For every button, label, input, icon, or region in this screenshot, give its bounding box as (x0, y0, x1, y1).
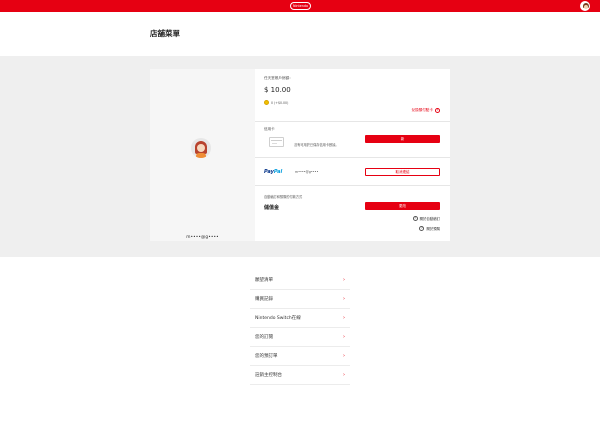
avatar-body (196, 153, 206, 158)
redeem-card-label[interactable]: 兌換預付點卡 (411, 108, 433, 113)
divider (255, 157, 450, 158)
funds-value: $ 10.00 (264, 86, 291, 94)
menu-item-label: 願望清單 (255, 278, 273, 283)
add-credit-card-button[interactable]: 新 (365, 135, 440, 143)
page-title: 店舖菜單 (150, 29, 180, 38)
question-circle-icon[interactable]: ? (412, 216, 418, 221)
redeem-card-link[interactable]: 兌換預付點卡 ? (411, 108, 440, 113)
funds-label: 任天堂帳戶餘額： (264, 76, 293, 80)
auto-renew-help-label[interactable]: 關於自動續訂 (420, 216, 440, 221)
coin-icon (264, 100, 269, 105)
payment-panel: 任天堂帳戶餘額： $ 10.00 0 (+$0.00) 兌換預付點卡 ? 信用卡… (255, 69, 450, 241)
top-user-menu[interactable] (580, 1, 590, 11)
preorder-help-label[interactable]: 關於預購 (426, 226, 440, 231)
chevron-right-icon: › (343, 296, 345, 302)
no-card-text: 沒有可用於已保存信用卡數據。 (294, 143, 339, 147)
nintendo-logo[interactable]: Nintendo (290, 2, 311, 10)
menu-item-switch-online[interactable]: Nintendo Switch在線 › (250, 309, 350, 328)
top-bar: Nintendo (0, 0, 600, 12)
credit-card-label: 信用卡 (264, 127, 275, 131)
chevron-right-icon: › (343, 315, 345, 321)
divider (255, 185, 450, 186)
divider (255, 121, 450, 122)
chevron-right-icon: › (343, 372, 345, 378)
profile-panel: m••••@g•••• (150, 69, 255, 241)
account-card: m••••@g•••• 任天堂帳戶餘額： $ 10.00 0 (+$0.00) … (150, 69, 450, 241)
menu-item-wishlist[interactable]: 願望清單 › (250, 271, 350, 290)
auto-renew-method: 儲值金 (264, 205, 280, 211)
unlink-paypal-button[interactable]: 取消連結 (365, 168, 440, 176)
chevron-right-icon: › (343, 334, 345, 340)
menu-item-label: 您的訂閱 (255, 335, 273, 340)
menu-item-purchase-history[interactable]: 購買記錄 › (250, 290, 350, 309)
menu-item-label: 購買記錄 (255, 297, 273, 302)
paypal-logo-pal: Pal (273, 169, 283, 175)
avatar (191, 138, 211, 158)
menu-item-preorders[interactable]: 您的預訂單 › (250, 347, 350, 366)
auto-renew-help-link[interactable]: ? 關於自動續訂 (412, 216, 440, 221)
shop-menu: 願望清單 › 購買記錄 › Nintendo Switch在線 › 您的訂閱 ›… (250, 271, 350, 385)
change-payment-button[interactable]: 更改 (365, 202, 440, 210)
credit-card-icon (269, 137, 284, 147)
menu-item-label: 您的預訂單 (255, 354, 278, 359)
paypal-logo-pay: Pay (264, 169, 274, 175)
menu-item-deregister-console[interactable]: 註銷主控制台 › (250, 366, 350, 385)
auto-renew-label: 自動續訂和預購的付款方式 (264, 195, 303, 199)
user-avatar-icon[interactable] (580, 1, 590, 11)
menu-item-label: Nintendo Switch在線 (255, 316, 301, 321)
menu-item-subscriptions[interactable]: 您的訂閱 › (250, 328, 350, 347)
chevron-right-icon: › (343, 277, 345, 283)
user-email: m••••@g•••• (186, 235, 219, 240)
menu-item-label: 註銷主控制台 (255, 373, 282, 378)
avatar-face (197, 144, 205, 152)
preorder-help-link[interactable]: ? 關於預購 (419, 226, 440, 231)
chevron-right-icon: › (343, 353, 345, 359)
title-area: 店舖菜單 (0, 12, 600, 56)
points-row: 0 (+$0.00) (264, 100, 288, 105)
paypal-account: m••••@g•••• (295, 170, 319, 174)
points-value: 0 (+$0.00) (271, 100, 289, 105)
info-circle-icon[interactable]: ? (435, 108, 440, 113)
menu-area: 願望清單 › 購買記錄 › Nintendo Switch在線 › 您的訂閱 ›… (0, 257, 600, 421)
paypal-logo: PayPal (264, 169, 282, 175)
question-circle-icon[interactable]: ? (419, 226, 425, 231)
